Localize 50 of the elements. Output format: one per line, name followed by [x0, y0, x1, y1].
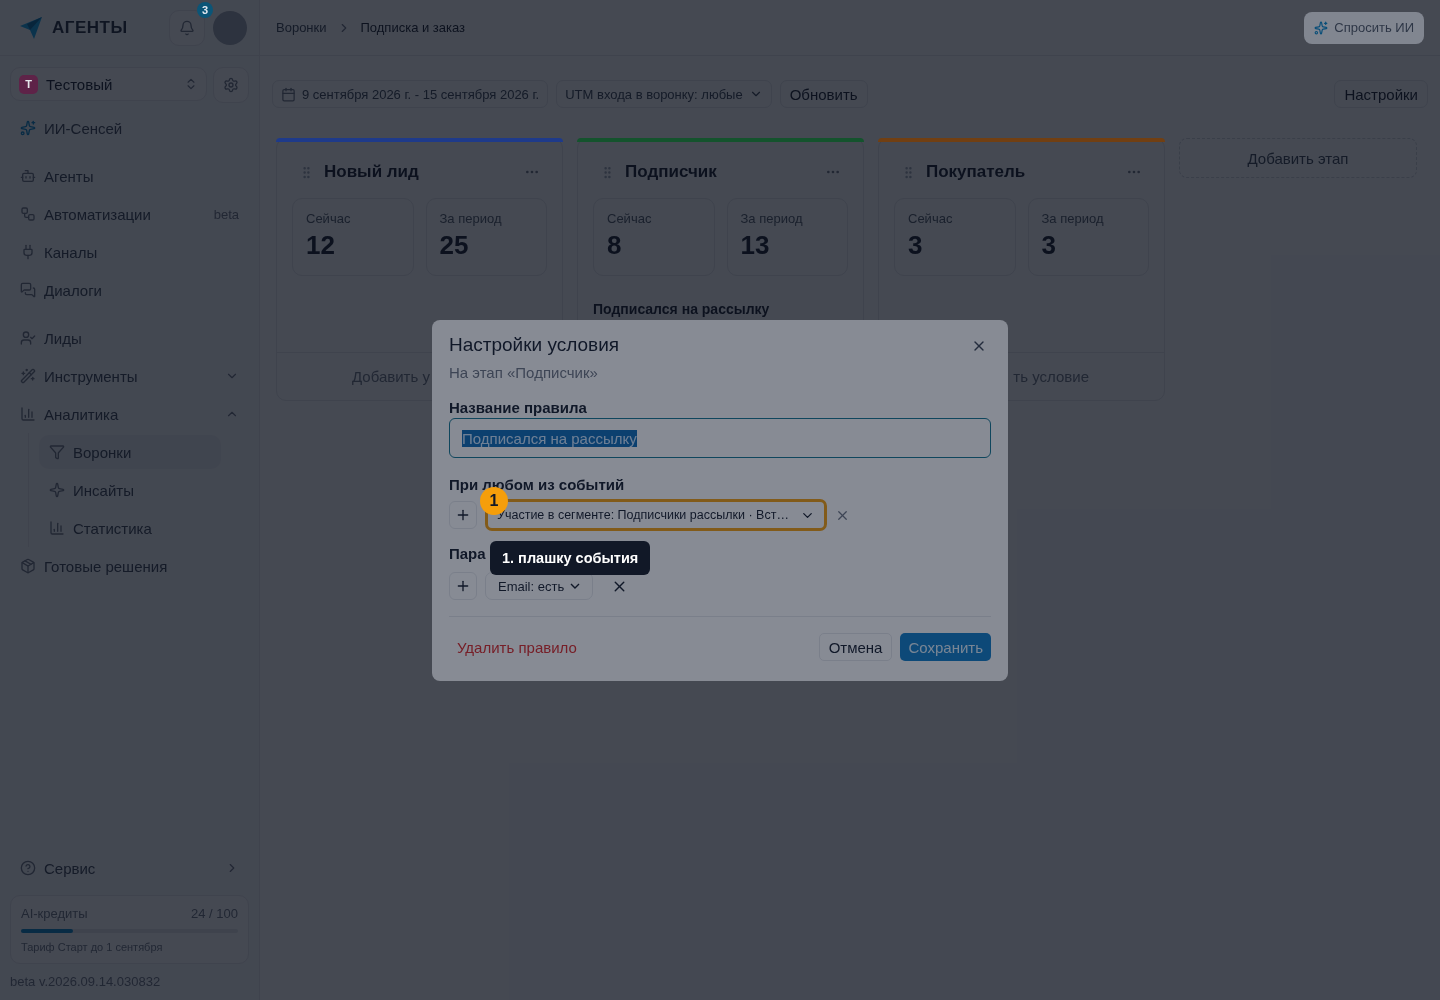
help-icon: [20, 860, 36, 876]
workspace-initial: Т: [19, 74, 38, 94]
settings-icon: [223, 77, 239, 93]
add-param-button[interactable]: [449, 572, 477, 600]
settings-button[interactable]: [213, 67, 249, 103]
sparkle-icon: [1314, 20, 1329, 35]
chevron-down-icon: [570, 583, 581, 589]
chart-icon: [20, 406, 36, 422]
rule-name-field[interactable]: Подписался на рассылку: [449, 418, 991, 458]
stage-title: Новый лид: [324, 162, 420, 182]
user-avatar[interactable]: [213, 10, 247, 45]
delete-rule-button[interactable]: Удалить правило: [449, 638, 585, 656]
stat-value: 8: [607, 230, 623, 261]
stat-value: 13: [740, 230, 771, 261]
chat-icon: [20, 282, 36, 298]
flow-icon: [20, 206, 36, 222]
box-icon: [20, 558, 36, 574]
stat-value: 3: [908, 230, 924, 261]
workspace-select[interactable]: Т Тестовый: [10, 67, 207, 101]
field-label: Название правила: [449, 399, 587, 416]
plug-icon: [20, 244, 36, 260]
funnel-icon: [49, 444, 65, 460]
robot-icon: [20, 168, 36, 184]
cancel-button[interactable]: Отмена: [818, 633, 893, 661]
wand-icon: [20, 368, 36, 384]
bell-icon: [179, 19, 195, 36]
ask-ai-button[interactable]: Спросить ИИ: [1304, 11, 1424, 44]
stage-title: Покупатель: [926, 162, 1027, 182]
add-event-button[interactable]: [449, 501, 477, 529]
logo-icon: [18, 14, 44, 41]
breadcrumb[interactable]: Подписка и заказ: [360, 20, 466, 35]
stat-value: 25: [439, 230, 470, 261]
chart-icon: [49, 520, 65, 536]
plus-icon: [455, 507, 471, 523]
field-label: Пара: [449, 545, 486, 562]
notification-count: 3: [197, 1, 213, 18]
sparkle-icon: [49, 482, 65, 498]
dialog-subtitle: На этап «Подписчик»: [449, 364, 599, 381]
stage-title: Подписчик: [625, 162, 718, 182]
plus-icon: [455, 578, 471, 594]
tour-tooltip: 1. плашку события: [490, 541, 651, 575]
settings-button[interactable]: Настройки: [1334, 80, 1428, 108]
rule-title: Подписался на рассылку: [592, 300, 771, 317]
calendar-icon: [281, 86, 296, 102]
dialog-title: Настройки условия: [449, 334, 620, 356]
user-icon: [20, 330, 36, 346]
refresh-button[interactable]: Обновить: [779, 80, 868, 108]
stat-value: 3: [1041, 230, 1057, 261]
stat-value: 12: [306, 230, 336, 261]
save-button[interactable]: Сохранить: [900, 633, 991, 661]
